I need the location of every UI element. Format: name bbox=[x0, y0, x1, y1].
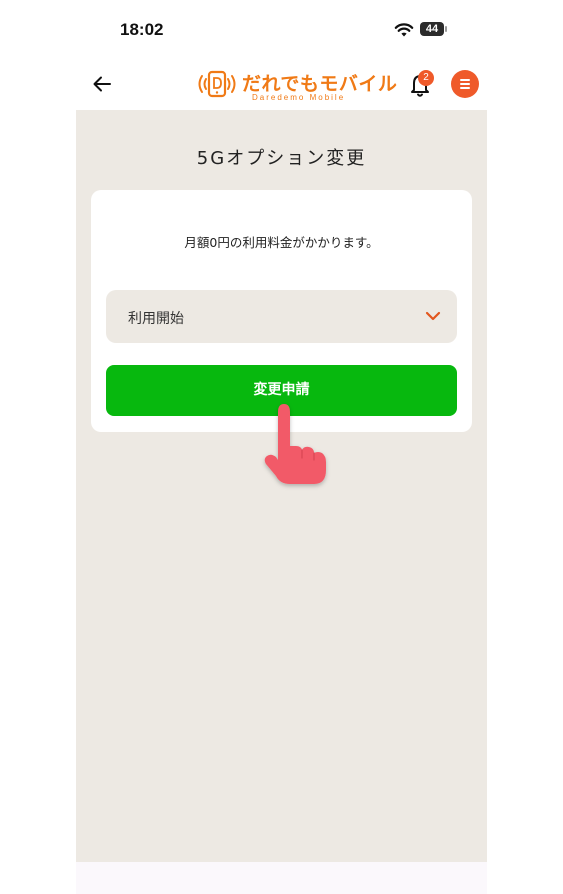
wifi-icon bbox=[394, 23, 414, 37]
chevron-down-icon bbox=[425, 311, 441, 321]
hamburger-menu-icon[interactable] bbox=[451, 70, 479, 98]
status-bar: 18:02 44 bbox=[76, 0, 487, 58]
notification-badge: 2 bbox=[418, 70, 434, 86]
logo-text: だれでもモバイル bbox=[242, 73, 398, 95]
option-card: 月額0円の利用料金がかかります。 利用開始 変更申請 bbox=[91, 190, 472, 432]
phone-screen: 18:02 44 だれでもモバイル Daredemo Mobile 2 5Gオプ… bbox=[76, 0, 487, 894]
fee-notice: 月額0円の利用料金がかかります。 bbox=[184, 235, 379, 250]
battery-level: 44 bbox=[425, 23, 439, 35]
app-header: だれでもモバイル Daredemo Mobile 2 bbox=[76, 58, 487, 110]
hand-pointer-icon bbox=[264, 404, 326, 484]
page-title: 5Gオプション変更 bbox=[196, 148, 367, 169]
home-indicator-area bbox=[76, 862, 487, 894]
select-value: 利用開始 bbox=[128, 311, 184, 327]
back-arrow-icon[interactable] bbox=[90, 72, 114, 96]
logo-subtext: Daredemo Mobile bbox=[252, 93, 346, 102]
brand-logo: だれでもモバイル Daredemo Mobile bbox=[194, 68, 397, 102]
battery-icon: 44 bbox=[420, 22, 450, 37]
status-time: 18:02 bbox=[120, 20, 164, 39]
logo-phone-icon bbox=[198, 70, 236, 98]
option-select[interactable]: 利用開始 bbox=[106, 290, 457, 343]
